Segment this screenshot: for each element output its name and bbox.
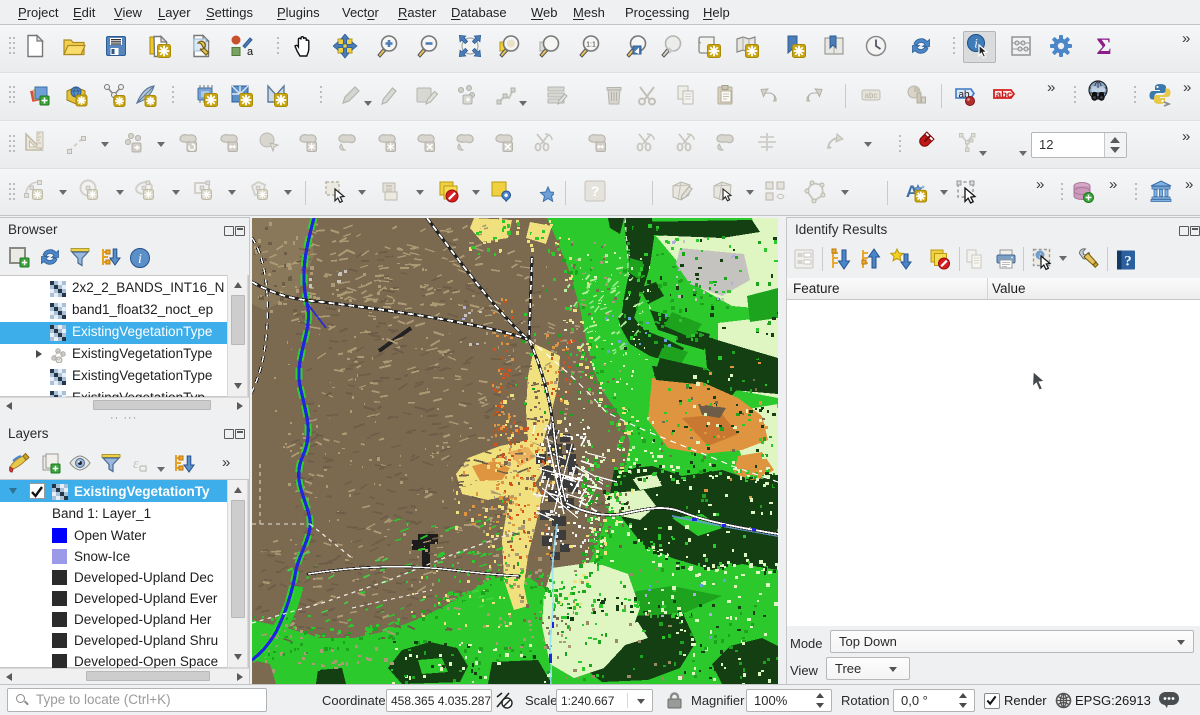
svg-text:i: i: [138, 252, 142, 267]
svg-text:a: a: [247, 46, 254, 58]
svg-text:Σ: Σ: [1096, 34, 1111, 59]
svg-text:?: ?: [1124, 254, 1132, 270]
svg-text:ε: ε: [133, 456, 139, 472]
svg-text:?: ?: [591, 183, 600, 199]
svg-text:abc: abc: [996, 90, 1012, 101]
svg-text:i: i: [974, 36, 978, 51]
svg-text:1:1: 1:1: [586, 42, 596, 49]
svg-text:abc: abc: [865, 91, 878, 100]
